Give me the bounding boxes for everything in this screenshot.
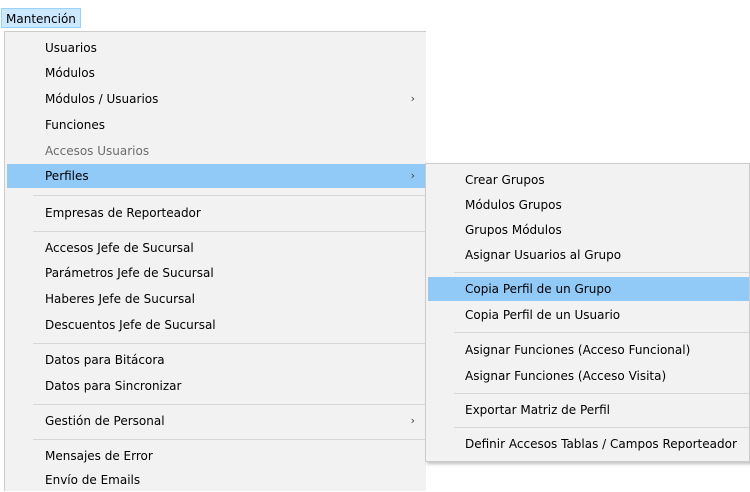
chevron-right-icon: › [410,169,415,182]
menu-item-label: Haberes Jefe de Sucursal [45,292,195,306]
menu-separator [33,439,425,440]
menu-item-label: Asignar Funciones (Acceso Visita) [465,369,667,383]
menu-item-datos-bitacora[interactable]: Datos para Bitácora [7,348,425,372]
menu-item-funciones[interactable]: Funciones [7,113,425,137]
menu-separator [454,332,749,333]
menu-item-label: Accesos Usuarios [45,144,150,158]
menu-item-parametros-jefe-sucursal[interactable]: Parámetros Jefe de Sucursal [7,261,425,285]
menu-item-mensajes-error[interactable]: Mensajes de Error [7,444,425,468]
menu-item-label: Módulos [45,66,95,80]
menu-item-label: Módulos / Usuarios [45,92,159,106]
menu-bar: Mantención [0,0,750,30]
submenu-item-definir-accesos-tablas[interactable]: Definir Accesos Tablas / Campos Reportea… [428,432,749,456]
submenu-item-grupos-modulos[interactable]: Grupos Módulos [428,218,749,242]
menu-item-empresas-reporteador[interactable]: Empresas de Reporteador [7,201,425,225]
menu-item-label: Envío de Emails [45,473,141,487]
menu-item-label: Gestión de Personal [45,414,165,428]
menu-item-descuentos-jefe-sucursal[interactable]: Descuentos Jefe de Sucursal [7,313,425,337]
menu-mantencion[interactable]: Mantención [1,8,81,28]
menu-item-gestion-personal[interactable]: Gestión de Personal › [7,409,425,433]
menu-item-label: Exportar Matriz de Perfil [465,403,611,417]
menu-item-label: Copia Perfil de un Grupo [465,282,612,296]
submenu-item-asignar-funciones-funcional[interactable]: Asignar Funciones (Acceso Funcional) [428,338,749,362]
menu-item-label: Perfiles [45,169,89,183]
menu-item-envio-emails[interactable]: Envío de Emails [7,468,425,492]
menu-item-label: Datos para Bitácora [45,353,165,367]
perfiles-submenu: Crear Grupos Módulos Grupos Grupos Módul… [425,163,750,462]
menu-item-accesos-jefe-sucursal[interactable]: Accesos Jefe de Sucursal [7,236,425,260]
menu-item-datos-sincronizar[interactable]: Datos para Sincronizar [7,374,425,398]
menu-separator [33,343,425,344]
submenu-item-copia-perfil-usuario[interactable]: Copia Perfil de un Usuario [428,303,749,327]
menu-item-haberes-jefe-sucursal[interactable]: Haberes Jefe de Sucursal [7,287,425,311]
submenu-item-copia-perfil-grupo[interactable]: Copia Perfil de un Grupo [428,277,749,301]
menu-separator [33,404,425,405]
menu-item-modulos[interactable]: Módulos [7,61,425,85]
menu-item-label: Funciones [45,118,105,132]
menu-item-label: Usuarios [45,41,97,55]
submenu-item-modulos-grupos[interactable]: Módulos Grupos [428,193,749,217]
submenu-item-asignar-usuarios-grupo[interactable]: Asignar Usuarios al Grupo [428,243,749,267]
menu-item-label: Definir Accesos Tablas / Campos Reportea… [465,437,737,451]
submenu-item-exportar-matriz-perfil[interactable]: Exportar Matriz de Perfil [428,398,749,422]
menu-item-label: Empresas de Reporteador [45,206,201,220]
menu-separator [33,195,425,196]
menu-separator [33,231,425,232]
menu-item-label: Asignar Funciones (Acceso Funcional) [465,343,691,357]
menu-item-label: Descuentos Jefe de Sucursal [45,318,216,332]
menu-item-accesos-usuarios: Accesos Usuarios [7,139,425,163]
menu-item-label: Grupos Módulos [465,223,562,237]
menu-separator [454,427,749,428]
chevron-right-icon: › [410,414,415,427]
menu-item-label: Mensajes de Error [45,449,153,463]
submenu-item-crear-grupos[interactable]: Crear Grupos [428,168,749,192]
menu-separator [454,393,749,394]
chevron-right-icon: › [410,92,415,105]
menu-item-usuarios[interactable]: Usuarios [7,36,425,60]
menu-item-label: Módulos Grupos [465,198,562,212]
menu-item-label: Datos para Sincronizar [45,379,182,393]
menu-item-perfiles[interactable]: Perfiles › [7,164,425,188]
menu-item-label: Parámetros Jefe de Sucursal [45,266,214,280]
mantencion-dropdown-menu: Usuarios Módulos Módulos / Usuarios › Fun… [4,31,426,491]
menu-item-modulos-usuarios[interactable]: Módulos / Usuarios › [7,87,425,111]
menu-item-label: Accesos Jefe de Sucursal [45,241,194,255]
menu-item-label: Asignar Usuarios al Grupo [465,248,622,262]
submenu-item-asignar-funciones-visita[interactable]: Asignar Funciones (Acceso Visita) [428,364,749,388]
menu-item-label: Crear Grupos [465,173,545,187]
menu-separator [454,272,749,273]
menu-item-label: Copia Perfil de un Usuario [465,308,621,322]
